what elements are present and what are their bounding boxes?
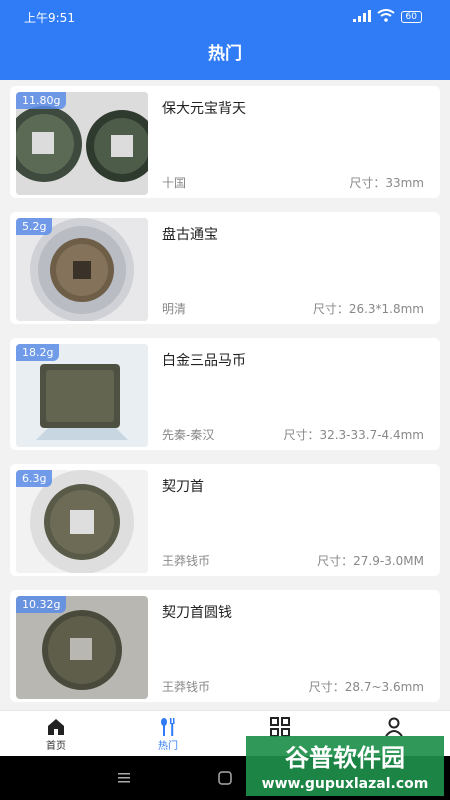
item-era: 十国 [162, 176, 187, 190]
list-item[interactable]: 18.2g 白金三品马币 先秦-秦汉 尺寸：32.3-33.7-4.4mm [10, 338, 440, 450]
list-item[interactable]: 10.32g 契刀首圆钱 王莽钱币 尺寸：28.7~3.6mm [10, 590, 440, 702]
home-icon [26, 717, 86, 737]
page-title: 热门 [208, 44, 242, 64]
coin-image: 18.2g [16, 344, 148, 447]
coin-image: 5.2g [16, 218, 148, 321]
item-size: 尺寸：26.3*1.8mm [312, 302, 424, 316]
nav-profile[interactable] [364, 717, 424, 737]
item-name: 盘古通宝 [162, 227, 218, 243]
list-item[interactable]: 5.2g 盘古通宝 明清 尺寸：26.3*1.8mm [10, 212, 440, 324]
item-size: 尺寸：33mm [349, 176, 424, 190]
status-time: 上午9:51 [24, 11, 75, 25]
svg-text:www.gupuxlazal.com: www.gupuxlazal.com [262, 776, 429, 792]
menu-icon[interactable] [116, 770, 132, 786]
item-name: 保大元宝背天 [162, 101, 246, 117]
header: 热门 [0, 34, 450, 80]
item-era: 先秦-秦汉 [162, 428, 215, 442]
item-name: 白金三品马币 [162, 353, 246, 369]
weight-badge: 18.2g [16, 344, 60, 361]
coin-image: 11.80g [16, 92, 148, 195]
grid-icon [250, 717, 310, 737]
nav-hot[interactable]: 热门 [138, 717, 198, 752]
coin-list: 11.80g 保大元宝背天 十国 尺寸：33mm 5.2g 盘古通宝 明清 尺寸… [0, 80, 450, 710]
item-era: 王莽钱币 [162, 680, 211, 694]
weight-badge: 6.3g [16, 470, 53, 487]
item-name: 契刀首圆钱 [162, 605, 232, 621]
list-item[interactable]: 11.80g 保大元宝背天 十国 尺寸：33mm [10, 86, 440, 198]
item-size: 尺寸：27.9-3.0MM [317, 554, 424, 568]
signal-icon [352, 9, 371, 25]
nav-home-label: 首页 [46, 741, 66, 752]
coin-image: 6.3g [16, 470, 148, 573]
weight-badge: 5.2g [16, 218, 53, 235]
hot-icon [138, 717, 198, 737]
weight-badge: 10.32g [16, 596, 67, 613]
status-bar: 上午9:51 60 [0, 0, 450, 34]
item-name: 契刀首 [162, 479, 204, 495]
watermark-logo: 谷普软件园 www.gupuxlazal.com [246, 736, 444, 796]
wifi-icon [376, 9, 395, 25]
item-size: 尺寸：28.7~3.6mm [308, 680, 424, 694]
weight-badge: 11.80g [16, 92, 67, 109]
nav-grid[interactable] [250, 717, 310, 737]
nav-home[interactable]: 首页 [26, 717, 86, 752]
coin-image: 10.32g [16, 596, 148, 699]
item-era: 王莽钱币 [162, 554, 211, 568]
item-era: 明清 [162, 302, 187, 316]
battery-icon: 60 [400, 11, 422, 23]
item-size: 尺寸：32.3-33.7-4.4mm [283, 428, 424, 442]
list-item[interactable]: 6.3g 契刀首 王莽钱币 尺寸：27.9-3.0MM [10, 464, 440, 576]
profile-icon [364, 717, 424, 737]
status-icons: 60 [352, 9, 422, 25]
svg-text:谷普软件园: 谷普软件园 [285, 744, 405, 772]
nav-hot-label: 热门 [158, 741, 178, 752]
home-button-icon[interactable] [217, 770, 233, 786]
